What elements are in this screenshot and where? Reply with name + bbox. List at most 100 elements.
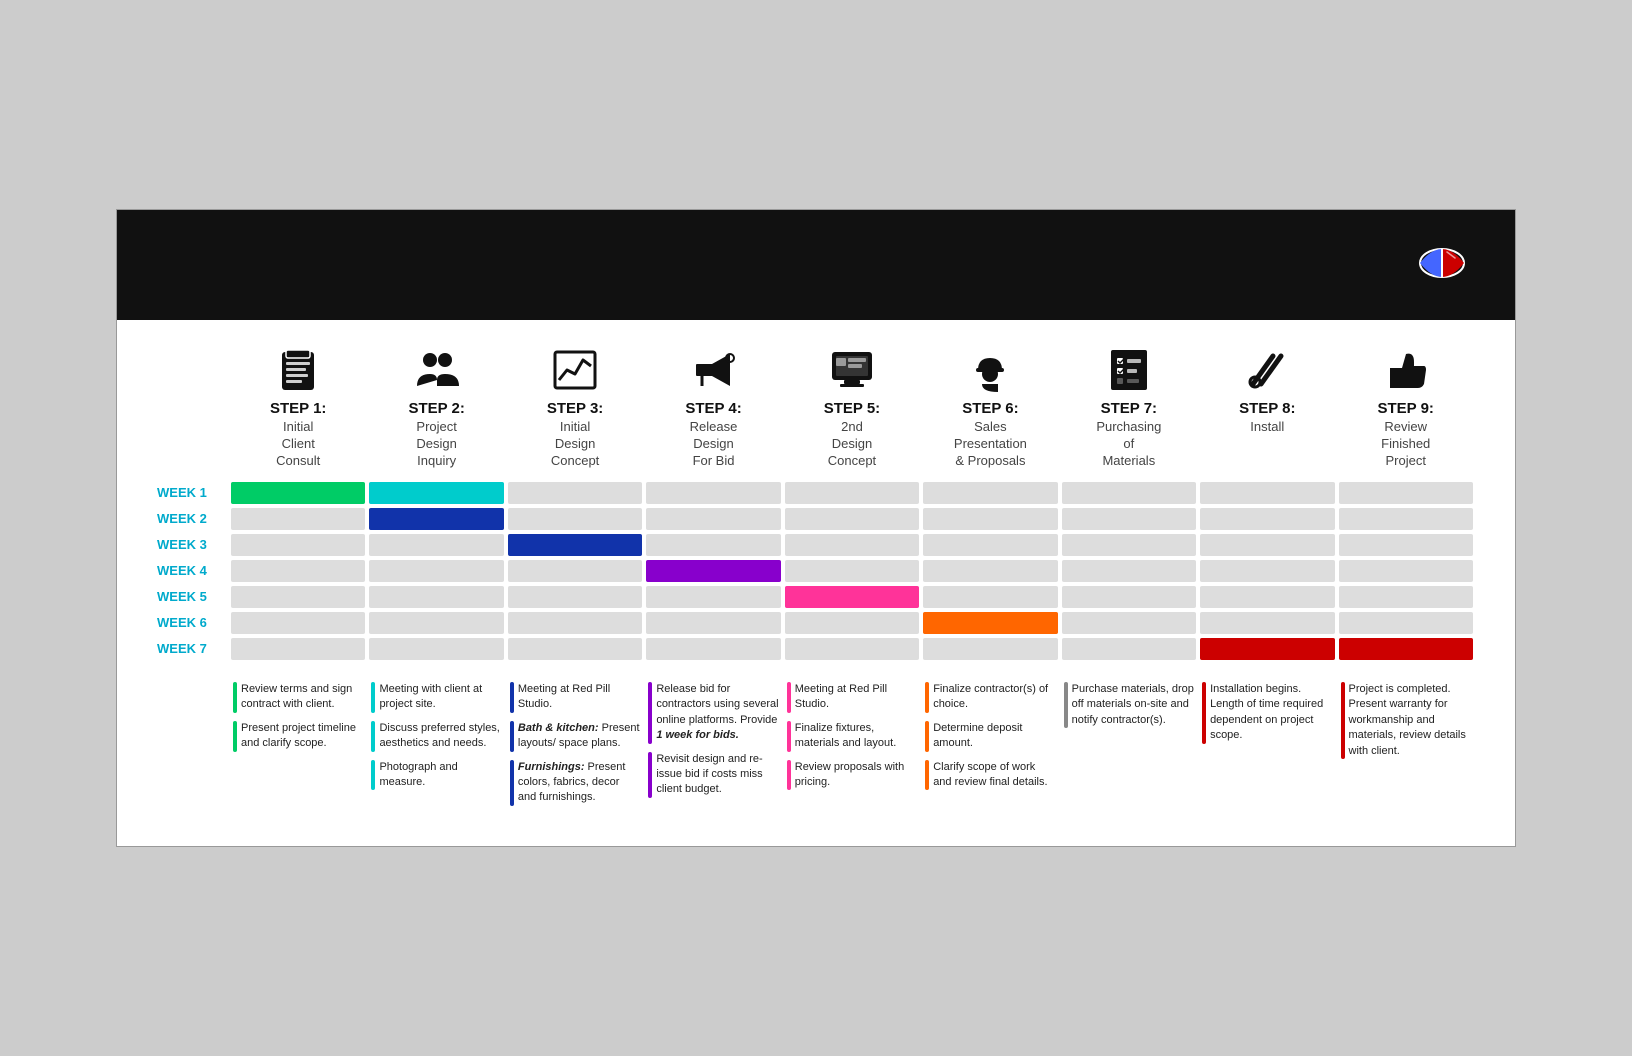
timeline-cell-week6-step9 (1339, 612, 1473, 634)
step-icon-1 (278, 344, 318, 396)
timeline-bar-week7-step8 (1200, 638, 1334, 660)
step-icon-6 (968, 344, 1012, 396)
note-text-2-2: Discuss preferred styles, aesthetics and… (379, 721, 501, 752)
note-bar-2-1 (371, 682, 375, 713)
timeline-cell-week5-step3 (508, 586, 642, 608)
step-col-5: STEP 5:2nd Design Concept (783, 344, 921, 470)
timeline-cell-week5-step7 (1062, 586, 1196, 608)
note-bar-6-3 (925, 760, 929, 791)
timeline-cell-week6-step6 (923, 612, 1057, 634)
timeline-cell-week2-step1 (231, 508, 365, 530)
step-name-5: 2nd Design Concept (828, 419, 876, 470)
note-text-9-1: Project is completed. Present warranty f… (1349, 682, 1471, 759)
note-text-1-2: Present project timeline and clarify sco… (241, 721, 363, 752)
note-item-3-1: Meeting at Red Pill Studio. (510, 682, 640, 713)
week-label-7: WEEK 7 (157, 638, 229, 660)
timeline-cell-week2-step2 (369, 508, 503, 530)
step-label-7: STEP 7: (1101, 400, 1157, 417)
note-text-2-3: Photograph and measure. (379, 760, 501, 791)
notes-col-2: Meeting with client at project site. Disc… (367, 682, 505, 814)
note-text-6-2: Determine deposit amount. (933, 721, 1055, 752)
step-icon-4 (692, 344, 736, 396)
timeline-section: WEEK 1WEEK 2WEEK 3WEEK 4WEEK 5WEEK 6WEEK… (157, 482, 1475, 664)
timeline-cell-week2-step8 (1200, 508, 1334, 530)
week-labels-col: WEEK 1WEEK 2WEEK 3WEEK 4WEEK 5WEEK 6WEEK… (157, 482, 229, 664)
timeline-cell-week3-step1 (231, 534, 365, 556)
step-name-9: Review Finished Project (1381, 419, 1430, 470)
step-col-9: STEP 9:Review Finished Project (1337, 344, 1475, 470)
step-label-8: STEP 8: (1239, 400, 1295, 417)
note-item-6-3: Clarify scope of work and review final d… (925, 760, 1055, 791)
note-text-3-3: Furnishings: Present colors, fabrics, de… (518, 760, 640, 806)
step-col-6: STEP 6:Sales Presentation & Proposals (921, 344, 1059, 470)
timeline-cell-week4-step7 (1062, 560, 1196, 582)
header (117, 210, 1515, 320)
timeline-cell-week5-step6 (923, 586, 1057, 608)
note-text-6-3: Clarify scope of work and review final d… (933, 760, 1055, 791)
timeline-row-week-6 (229, 612, 1475, 634)
timeline-cell-week7-step4 (646, 638, 780, 660)
week-label-5: WEEK 5 (157, 586, 229, 608)
notes-section: Review terms and sign contract with clie… (157, 682, 1475, 814)
timeline-cell-week5-step4 (646, 586, 780, 608)
step-label-3: STEP 3: (547, 400, 603, 417)
note-item-2-3: Photograph and measure. (371, 760, 501, 791)
steps-container: STEP 1:Initial Client ConsultSTEP 2:Proj… (229, 344, 1475, 470)
week-label-4: WEEK 4 (157, 560, 229, 582)
timeline-cell-week2-step9 (1339, 508, 1473, 530)
notes-col-4: Release bid for contractors using severa… (644, 682, 782, 814)
logo-area (1417, 238, 1467, 292)
timeline-bar-week6-step6 (923, 612, 1057, 634)
note-bar-7-1 (1064, 682, 1068, 728)
notes-col-6: Finalize contractor(s) of choice.Determi… (921, 682, 1059, 814)
note-item-5-3: Review proposals with pricing. (787, 760, 917, 791)
timeline-cell-week2-step6 (923, 508, 1057, 530)
note-bar-5-1 (787, 682, 791, 713)
timeline-cell-week1-step7 (1062, 482, 1196, 504)
timeline-cell-week1-step8 (1200, 482, 1334, 504)
timeline-cell-week2-step5 (785, 508, 919, 530)
timeline-row-week-1 (229, 482, 1475, 504)
note-text-3-1: Meeting at Red Pill Studio. (518, 682, 640, 713)
note-bar-1-1 (233, 682, 237, 713)
note-bar-4-1 (648, 682, 652, 744)
note-bar-5-3 (787, 760, 791, 791)
timeline-cell-week1-step2 (369, 482, 503, 504)
step-icon-2 (415, 344, 459, 396)
notes-col-7: Purchase materials, drop off materials o… (1060, 682, 1198, 814)
timeline-cell-week6-step7 (1062, 612, 1196, 634)
note-bar-9-1 (1341, 682, 1345, 759)
timeline-cell-week1-step3 (508, 482, 642, 504)
timeline-row-week-5 (229, 586, 1475, 608)
timeline-cell-week7-step3 (508, 638, 642, 660)
note-text-5-3: Review proposals with pricing. (795, 760, 917, 791)
note-bar-3-2 (510, 721, 514, 752)
timeline-cell-week4-step1 (231, 560, 365, 582)
note-item-6-2: Determine deposit amount. (925, 721, 1055, 752)
note-text-5-1: Meeting at Red Pill Studio. (795, 682, 917, 713)
note-bar-1-2 (233, 721, 237, 752)
timeline-cell-week3-step3 (508, 534, 642, 556)
timeline-cell-week4-step6 (923, 560, 1057, 582)
step-name-3: Initial Design Concept (551, 419, 599, 470)
step-icon-3 (553, 344, 597, 396)
timeline-cell-week3-step5 (785, 534, 919, 556)
logo-icon (1417, 238, 1467, 288)
timeline-bar-week4-step4 (646, 560, 780, 582)
timeline-cell-week4-step5 (785, 560, 919, 582)
timeline-cell-week4-step4 (646, 560, 780, 582)
note-text-3-2: Bath & kitchen: Present layouts/ space p… (518, 721, 640, 752)
timeline-cell-week2-step7 (1062, 508, 1196, 530)
note-bar-8-1 (1202, 682, 1206, 744)
timeline-cell-week3-step9 (1339, 534, 1473, 556)
note-bar-2-2 (371, 721, 375, 752)
timeline-cell-week7-step5 (785, 638, 919, 660)
note-item-2-1: Meeting with client at project site. (371, 682, 501, 713)
note-item-3-2: Bath & kitchen: Present layouts/ space p… (510, 721, 640, 752)
timeline-cell-week3-step2 (369, 534, 503, 556)
note-bar-3-1 (510, 682, 514, 713)
timeline-cell-week4-step3 (508, 560, 642, 582)
notes-col-8: Installation begins. Length of time requ… (1198, 682, 1336, 814)
note-bar-6-1 (925, 682, 929, 713)
timeline-cell-week7-step9 (1339, 638, 1473, 660)
